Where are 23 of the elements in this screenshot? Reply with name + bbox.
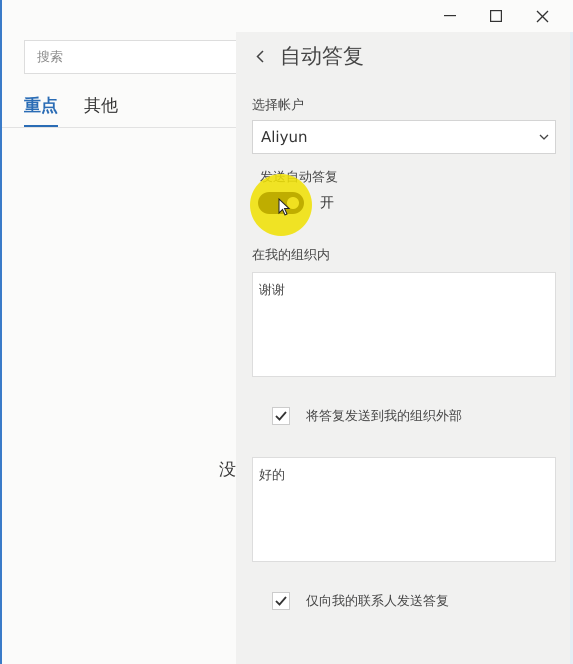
- minimize-icon: [444, 15, 456, 17]
- cursor-icon: [278, 198, 290, 216]
- search-field[interactable]: 搜索: [24, 40, 236, 74]
- tab[interactable]: 重点: [24, 94, 58, 127]
- chevron-down-icon: [539, 134, 549, 140]
- checkbox[interactable]: [272, 592, 290, 610]
- panel-title: 自动答复: [280, 43, 364, 70]
- checkbox-label: 将答复发送到我的组织外部: [306, 408, 462, 425]
- tab[interactable]: 其他: [84, 94, 118, 127]
- field-label: 在我的组织内: [252, 247, 331, 264]
- check-icon: [275, 411, 287, 421]
- field-label: 选择帐户: [252, 97, 305, 114]
- message-field[interactable]: 好的: [252, 457, 556, 562]
- check-icon: [275, 596, 287, 606]
- checkbox-label: 仅向我的联系人发送答复: [306, 593, 449, 610]
- toggle-state: 开: [320, 194, 334, 212]
- empty-message: 没: [219, 460, 236, 480]
- message-field[interactable]: 谢谢: [252, 272, 556, 377]
- close-icon: [536, 10, 548, 22]
- account-dropdown[interactable]: Aliyun: [252, 120, 556, 154]
- maximize-icon: [490, 10, 502, 22]
- chevron-left-icon: [256, 50, 264, 62]
- checkbox[interactable]: [272, 407, 290, 425]
